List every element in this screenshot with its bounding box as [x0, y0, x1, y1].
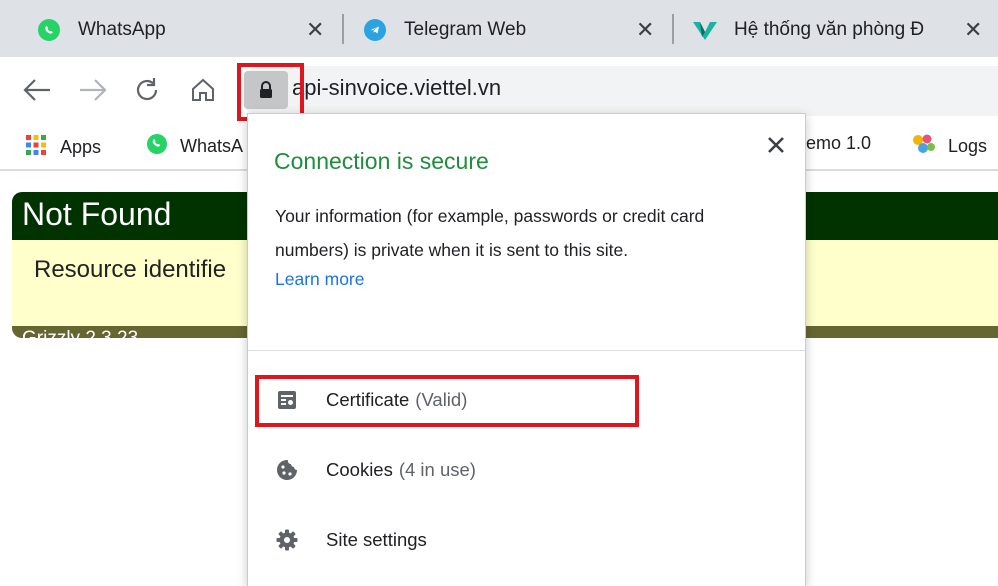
site-settings-item[interactable]: Site settings — [276, 529, 427, 551]
popup-divider — [248, 350, 805, 351]
tab-close-icon[interactable]: ✕ — [636, 19, 654, 41]
gear-icon — [276, 529, 298, 551]
cookie-icon — [276, 459, 298, 481]
tab-strip: WhatsApp ✕ Telegram Web ✕ Hệ thống văn p… — [0, 0, 998, 57]
arrow-right-icon — [80, 79, 107, 101]
tab-whatsapp[interactable]: WhatsApp ✕ — [38, 4, 338, 56]
bookmark-apps[interactable]: Apps — [24, 133, 101, 162]
item-status: (4 in use) — [398, 459, 476, 480]
apps-grid-icon — [24, 133, 48, 162]
url-text[interactable]: api-sinvoice.viettel.vn — [292, 75, 501, 101]
tab-title: WhatsApp — [78, 19, 166, 40]
connection-description: Your information (for example, passwords… — [275, 206, 705, 260]
tab-he-thong[interactable]: Hệ thống văn phòng Đ ✕ — [692, 4, 992, 56]
server-version: Grizzly 2.3.23 — [22, 328, 138, 338]
logs-icon — [910, 133, 936, 160]
close-icon — [768, 137, 784, 153]
whatsapp-icon — [38, 19, 60, 41]
cookies-item[interactable]: Cookies (4 in use) — [276, 459, 476, 481]
tab-close-icon[interactable]: ✕ — [306, 19, 324, 41]
tab-title: Telegram Web — [404, 19, 527, 40]
reload-button[interactable] — [130, 73, 164, 107]
whatsapp-icon — [146, 133, 168, 160]
arrow-left-icon — [23, 79, 50, 101]
highlight-box — [255, 375, 639, 427]
home-button[interactable] — [186, 73, 220, 107]
bookmark-label: Apps — [60, 137, 102, 157]
bookmark-label: Logs — [948, 136, 988, 156]
telegram-icon — [364, 19, 386, 41]
tab-title: Hệ thống văn phòng Đ — [734, 19, 925, 40]
tab-close-icon[interactable]: ✕ — [964, 19, 982, 41]
back-button[interactable] — [20, 73, 54, 107]
connection-status-title: Connection is secure — [274, 148, 489, 174]
bookmark-logs[interactable]: Logs — [910, 133, 987, 160]
forward-button[interactable] — [76, 73, 110, 107]
error-message: Resource identifie — [34, 256, 227, 283]
tab-separator — [342, 14, 344, 44]
popup-close-button[interactable] — [762, 131, 790, 159]
home-icon — [192, 78, 214, 101]
reload-icon — [136, 78, 158, 101]
bookmark-label: emo 1.0 — [806, 133, 872, 153]
learn-more-link[interactable]: Learn more — [275, 269, 365, 290]
tab-telegram[interactable]: Telegram Web ✕ — [364, 4, 664, 56]
bookmark-label: WhatsA — [180, 136, 244, 156]
item-label: Site settings — [326, 529, 427, 550]
tab-separator — [672, 14, 674, 44]
bookmark-demo[interactable]: emo 1.0 — [806, 133, 871, 154]
bookmark-whatsapp[interactable]: WhatsA — [146, 133, 243, 160]
error-heading: Not Found — [22, 196, 172, 232]
item-label: Cookies — [326, 459, 393, 480]
vtrack-icon — [692, 19, 718, 41]
